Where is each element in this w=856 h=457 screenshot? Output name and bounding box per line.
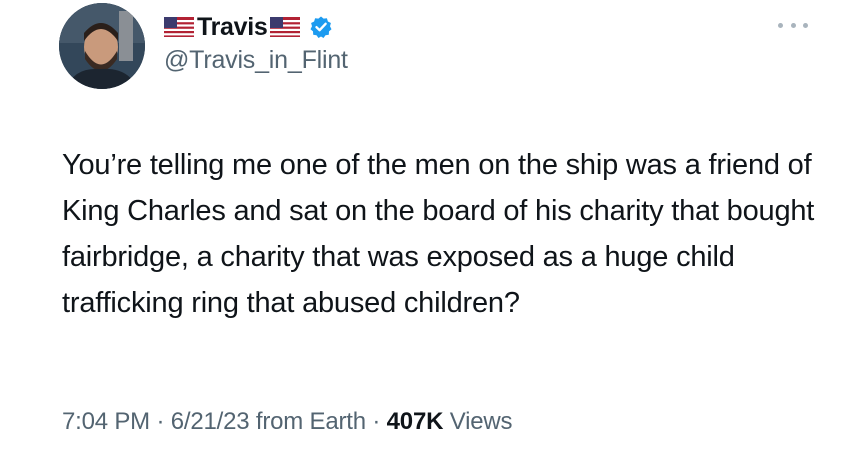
tweet-card: Travis @Travis_in_Flint You’re telling m… <box>0 0 856 457</box>
meta-separator: · <box>156 408 165 435</box>
more-dot <box>803 22 808 28</box>
avatar-image <box>59 3 145 89</box>
more-options-icon[interactable] <box>778 18 808 32</box>
tweet-meta: 7:04 PM · 6/21/23 from Earth · 407K View… <box>62 408 512 436</box>
us-flag-icon <box>270 17 301 37</box>
author-handle[interactable]: @Travis_in_Flint <box>164 46 348 75</box>
us-flag-icon <box>164 17 194 37</box>
meta-separator: · <box>372 408 381 435</box>
views-count[interactable]: 407K <box>387 408 444 435</box>
tweet-text: You’re telling me one of the men on the … <box>62 149 815 319</box>
views-label: Views <box>449 408 513 435</box>
tweet-date[interactable]: 6/21/23 <box>171 408 250 435</box>
verified-badge-icon <box>309 15 333 39</box>
tweet-time[interactable]: 7:04 PM <box>62 408 150 435</box>
more-dot <box>790 22 796 28</box>
more-dot <box>778 22 783 28</box>
avatar[interactable] <box>59 3 145 89</box>
author-display-name[interactable]: Travis <box>197 13 268 42</box>
author-name-row[interactable]: Travis <box>164 10 333 44</box>
tweet-source: from Earth <box>255 408 366 435</box>
